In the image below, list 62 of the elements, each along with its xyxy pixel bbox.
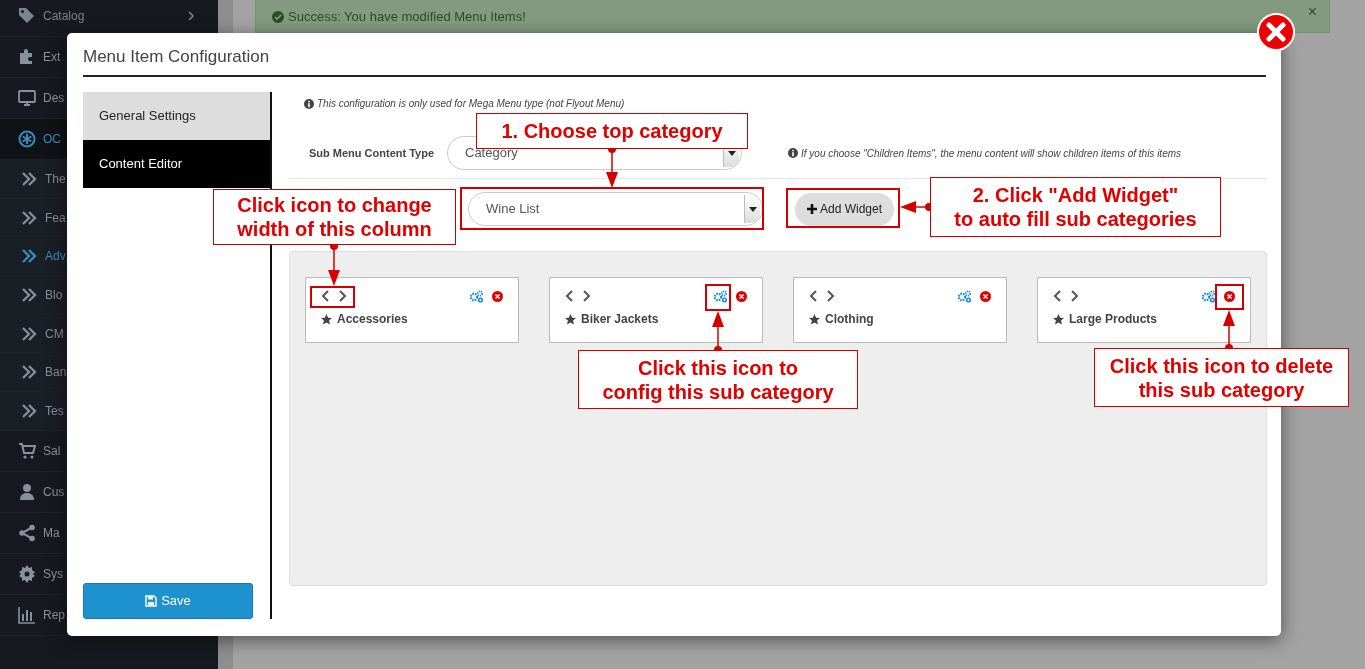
callout-tooltip: Click icon to change width of this column <box>213 189 456 245</box>
info-hint: If you choose "Children Items", the menu content will show children items of this items <box>788 145 1182 161</box>
chevron-right-icon <box>1069 290 1079 302</box>
delete-icon[interactable] <box>1224 290 1235 302</box>
double-chevron-icon <box>20 169 38 188</box>
double-chevron-icon <box>20 324 38 343</box>
callout-tooltip: Click this icon to delete this sub category <box>1094 348 1349 407</box>
close-button[interactable] <box>1256 12 1296 52</box>
share-icon <box>18 523 36 542</box>
field-label: Sub Menu Content Type <box>308 145 436 161</box>
star-icon <box>809 313 820 325</box>
user-icon <box>18 482 36 501</box>
bar-chart-icon <box>18 605 36 624</box>
widget-title: Accessories <box>321 310 503 328</box>
delete-icon[interactable] <box>736 290 747 302</box>
callout-tooltip: 1. Choose top category <box>476 113 748 149</box>
gears-icon[interactable] <box>469 289 484 303</box>
gears-icon[interactable] <box>1201 289 1216 303</box>
callout-tooltip: Click this icon to config this sub category <box>578 350 858 409</box>
gears-icon[interactable] <box>713 289 728 303</box>
chevron-left-icon <box>809 290 819 302</box>
parent-item-select[interactable]: Wine List <box>468 192 763 226</box>
chevron-left-icon <box>565 290 575 302</box>
widget-title: Biker Jackets <box>565 310 747 328</box>
highlight-frame <box>1215 284 1244 310</box>
tab[interactable]: General Settings <box>83 92 270 140</box>
star-icon <box>1053 313 1064 325</box>
info-icon <box>304 98 314 109</box>
double-chevron-icon <box>20 401 38 420</box>
double-chevron-icon <box>20 208 38 227</box>
cog-circle-icon <box>18 130 36 148</box>
star-icon <box>321 313 332 325</box>
delete-icon[interactable] <box>492 290 503 302</box>
chevron-right-icon <box>337 290 347 302</box>
info-icon <box>788 148 798 158</box>
chevron-right-icon <box>186 11 196 21</box>
tab[interactable]: Content Editor <box>83 140 270 188</box>
chevron-left-icon <box>1053 290 1063 302</box>
cart-icon <box>18 441 36 460</box>
highlight-frame <box>310 286 355 308</box>
chevron-left-icon <box>321 290 331 302</box>
star-icon <box>565 313 576 325</box>
modal-title: Menu Item Configuration <box>83 45 270 68</box>
highlight-frame <box>705 284 731 311</box>
chevron-right-icon <box>825 290 835 302</box>
callout-tooltip: 2. Click "Add Widget" to auto fill sub categories <box>930 177 1221 237</box>
monitor-icon <box>18 89 36 107</box>
alert-message: Success: You have modified Menu Items! <box>272 7 526 27</box>
info-note: This configuration is only used for Mega Menu type (not Flyout Menu) <box>304 96 1267 111</box>
chevron-right-icon <box>581 290 591 302</box>
gears-icon[interactable] <box>957 289 972 303</box>
gear-icon <box>18 564 36 583</box>
widget-title: Clothing <box>809 310 991 328</box>
tag-icon <box>18 7 36 25</box>
add-widget-button[interactable]: Add Widget <box>795 192 895 226</box>
widget-title: Large Products <box>1053 310 1235 328</box>
check-circle-icon <box>272 10 284 23</box>
delete-icon[interactable] <box>980 290 991 302</box>
dropdown-caret-icon <box>744 195 760 223</box>
save-button[interactable]: Save <box>83 583 253 619</box>
plus-icon <box>807 204 817 214</box>
double-chevron-icon <box>20 285 38 304</box>
